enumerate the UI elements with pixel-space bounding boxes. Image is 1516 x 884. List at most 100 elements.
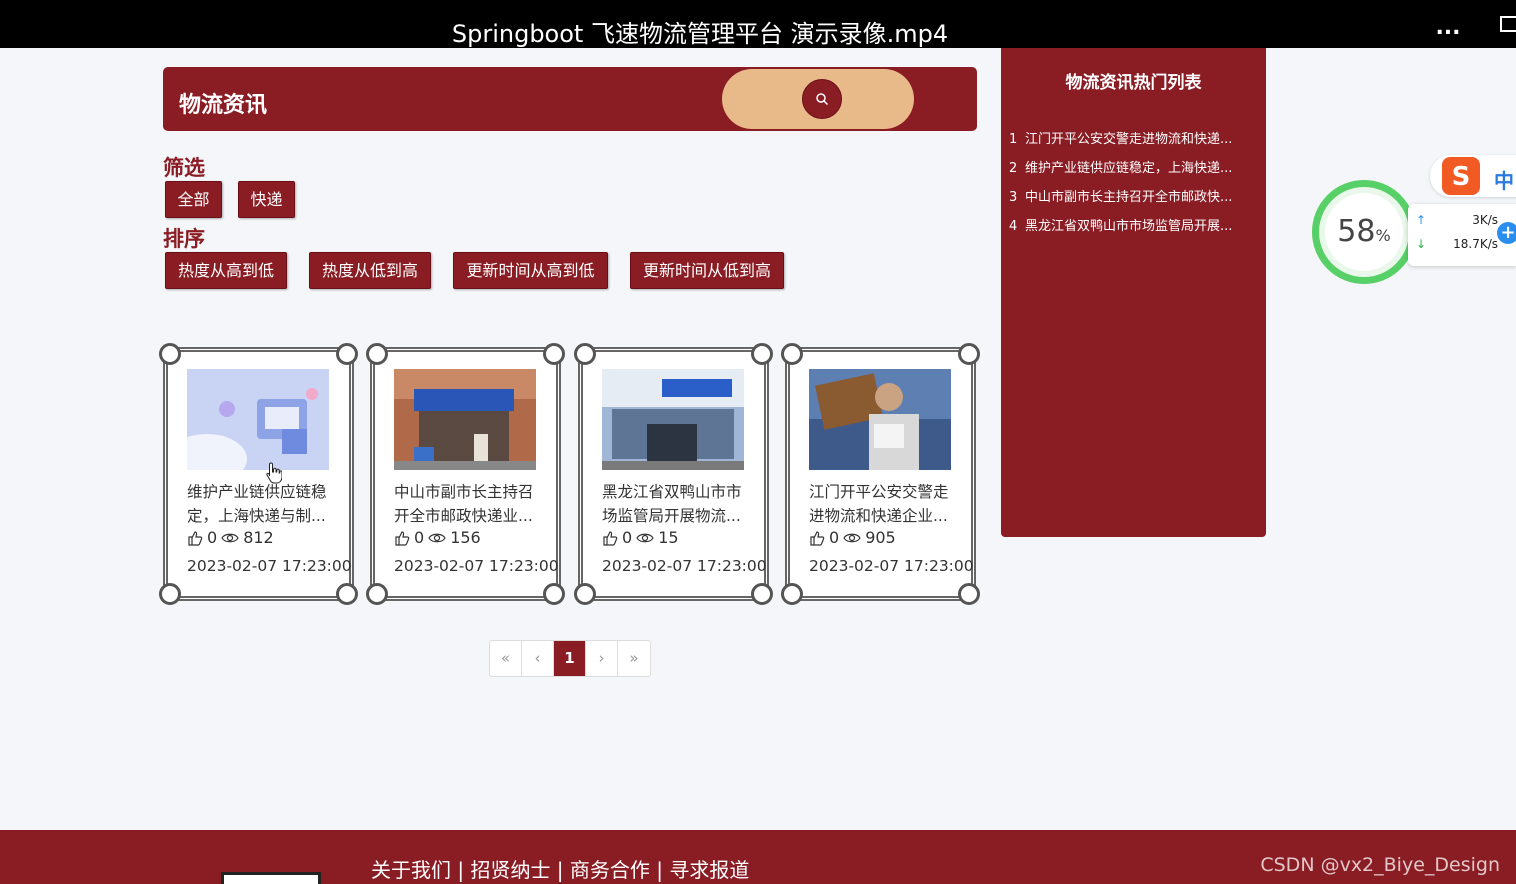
plus-icon[interactable]: + [1497, 222, 1516, 244]
upload-value: 3K/s [1472, 213, 1498, 227]
news-header: 物流资讯 [163, 67, 977, 131]
hand-cursor-icon [266, 462, 282, 484]
sort-hot-desc-button[interactable]: 热度从高到低 [165, 252, 287, 289]
sort-time-asc-button[interactable]: 更新时间从低到高 [630, 252, 784, 289]
news-stats: 0 15 [602, 528, 679, 547]
news-date: 2023-02-07 17:23:00 [602, 557, 767, 575]
hot-list-item[interactable]: 3 中山市副市长主持召开全市邮政快... [1009, 186, 1257, 205]
news-image[interactable] [394, 369, 536, 470]
sort-time-desc-button[interactable]: 更新时间从高到低 [453, 252, 608, 289]
hot-item-number: 1 [1009, 132, 1018, 147]
news-title[interactable]: 中山市副市长主持召开全市邮政快递业... [394, 480, 542, 528]
news-title[interactable]: 黑龙江省双鸭山市市场监管局开展物流... [602, 480, 750, 528]
search-icon [816, 93, 829, 106]
eye-icon [221, 533, 239, 542]
thumbs-up-icon[interactable] [602, 530, 618, 546]
view-count: 156 [450, 528, 481, 547]
page-current-button[interactable]: 1 [554, 641, 586, 676]
search-bar[interactable] [722, 69, 914, 129]
hot-list-item[interactable]: 1 江门开平公安交警走进物流和快递... [1009, 128, 1257, 147]
thumbs-up-icon[interactable] [187, 530, 203, 546]
like-count: 0 [622, 528, 633, 547]
thumbs-up-icon[interactable] [809, 530, 825, 546]
search-button[interactable] [802, 79, 842, 119]
frame-corner-ornament [159, 583, 181, 605]
frame-corner-ornament [751, 343, 773, 365]
sort-hot-asc-button[interactable]: 热度从低到高 [309, 252, 431, 289]
page-next-button[interactable]: › [586, 641, 618, 676]
filter-express-button[interactable]: 快递 [238, 181, 295, 218]
eye-icon [428, 533, 446, 542]
speed-unit: % [1375, 226, 1391, 245]
speed-value: 58 [1337, 214, 1376, 249]
page-title: 物流资讯 [179, 93, 268, 118]
download-arrow-icon: ↓ [1416, 237, 1427, 251]
news-stats: 0 905 [809, 528, 896, 547]
news-title[interactable]: 江门开平公安交警走进物流和快递企业... [809, 480, 957, 528]
more-options-button[interactable]: ... [1426, 8, 1470, 52]
hot-list-title: 物流资讯热门列表 [1065, 73, 1202, 93]
upload-rate: ↑ 3K/s [1416, 213, 1498, 227]
frame-corner-ornament [958, 343, 980, 365]
news-image[interactable] [187, 369, 329, 470]
watermark: CSDN @vx2_Biye_Design [1260, 854, 1500, 876]
frame-corner-ornament [543, 343, 565, 365]
hot-item-number: 3 [1009, 190, 1018, 205]
frame-corner-ornament [543, 583, 565, 605]
filter-all-button[interactable]: 全部 [165, 181, 222, 218]
speed-percent: 58% [1325, 193, 1403, 271]
sogou-logo-icon: S [1442, 157, 1480, 195]
upload-arrow-icon: ↑ [1416, 213, 1427, 227]
view-count: 812 [243, 528, 274, 547]
hot-item-text: 黑龙江省双鸭山市市场监管局开展... [1025, 219, 1233, 234]
hot-item-number: 2 [1009, 161, 1018, 176]
hot-item-text: 江门开平公安交警走进物流和快递... [1025, 132, 1233, 147]
news-card[interactable]: 维护产业链供应链稳定，上海快递与制... 0 812 2023-02-07 17… [159, 343, 358, 605]
news-image[interactable] [809, 369, 951, 470]
hot-item-text: 维护产业链供应链稳定，上海快递... [1025, 161, 1233, 176]
news-card[interactable]: 中山市副市长主持召开全市邮政快递业... 0 156 2023-02-07 17… [366, 343, 565, 605]
video-title: Springboot 飞速物流管理平台 演示录像.mp4 [451, 20, 949, 48]
news-image[interactable] [602, 369, 744, 470]
news-title[interactable]: 维护产业链供应链稳定，上海快递与制... [187, 480, 335, 528]
page-last-button[interactable]: » [618, 641, 650, 676]
hot-list-item[interactable]: 2 维护产业链供应链稳定，上海快递... [1009, 157, 1257, 176]
sort-label: 排序 [163, 227, 205, 251]
frame-corner-ornament [336, 583, 358, 605]
like-count: 0 [207, 528, 218, 547]
news-date: 2023-02-07 17:23:00 [187, 557, 352, 575]
hot-item-text: 中山市副市长主持召开全市邮政快... [1025, 190, 1233, 205]
page-first-button[interactable]: « [490, 641, 522, 676]
download-value: 18.7K/s [1453, 237, 1498, 251]
frame-corner-ornament [366, 583, 388, 605]
frame-corner-ornament [574, 583, 596, 605]
news-card[interactable]: 黑龙江省双鸭山市市场监管局开展物流... 0 15 2023-02-07 17:… [574, 343, 773, 605]
news-card[interactable]: 江门开平公安交警走进物流和快递企业... 0 905 2023-02-07 17… [781, 343, 980, 605]
network-speed-widget[interactable]: 58% [1312, 180, 1416, 284]
ime-widget[interactable]: S 中 [1430, 155, 1516, 197]
hot-item-number: 4 [1009, 219, 1018, 234]
news-stats: 0 156 [394, 528, 481, 547]
like-count: 0 [414, 528, 425, 547]
eye-icon [636, 533, 654, 542]
view-count: 15 [658, 528, 679, 547]
hot-list-item[interactable]: 4 黑龙江省双鸭山市市场监管局开展... [1009, 215, 1257, 234]
filter-label: 筛选 [163, 156, 205, 180]
frame-corner-ornament [574, 343, 596, 365]
pagination: « ‹ 1 › » [489, 640, 651, 677]
frame-corner-ornament [751, 583, 773, 605]
ime-language: 中 [1494, 169, 1514, 193]
video-title-bar: Springboot 飞速物流管理平台 演示录像.mp4 ... [0, 0, 1516, 48]
mail-icon[interactable] [1500, 16, 1516, 32]
hot-list-panel: 物流资讯热门列表 1 江门开平公安交警走进物流和快递... 2 维护产业链供应链稳定… [1001, 48, 1266, 537]
frame-corner-ornament [366, 343, 388, 365]
frame-corner-ornament [781, 343, 803, 365]
footer-links[interactable]: 关于我们 | 招贤纳士 | 商务合作 | 寻求报道 [371, 854, 749, 883]
footer-logo [221, 872, 321, 884]
thumbs-up-icon[interactable] [394, 530, 410, 546]
news-date: 2023-02-07 17:23:00 [394, 557, 559, 575]
frame-corner-ornament [781, 583, 803, 605]
eye-icon [843, 533, 861, 542]
page-prev-button[interactable]: ‹ [522, 641, 554, 676]
view-count: 905 [865, 528, 896, 547]
